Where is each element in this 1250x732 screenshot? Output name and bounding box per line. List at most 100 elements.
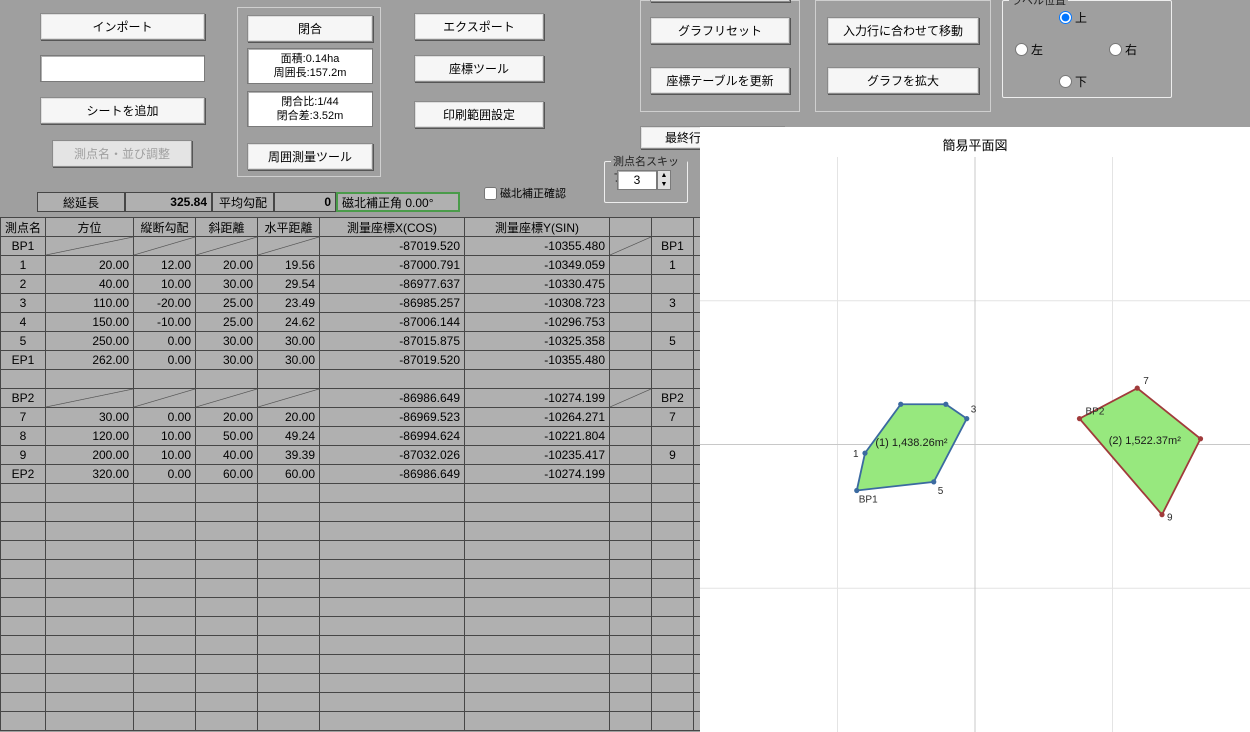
table-row[interactable] bbox=[1, 617, 708, 636]
import-button[interactable]: インポート bbox=[40, 13, 205, 40]
table-row[interactable] bbox=[1, 655, 708, 674]
table-row[interactable]: 3110.00-20.0025.0023.49-86985.257-10308.… bbox=[1, 294, 708, 313]
table-cell[interactable] bbox=[465, 617, 610, 636]
table-cell[interactable]: BP1 bbox=[652, 237, 694, 256]
table-cell[interactable] bbox=[652, 351, 694, 370]
table-cell[interactable] bbox=[134, 674, 196, 693]
table-cell[interactable]: 25.00 bbox=[196, 294, 258, 313]
table-cell[interactable] bbox=[46, 674, 134, 693]
table-cell[interactable] bbox=[652, 465, 694, 484]
table-cell[interactable] bbox=[134, 237, 196, 256]
table-cell[interactable] bbox=[610, 617, 652, 636]
table-cell[interactable] bbox=[258, 503, 320, 522]
table-cell[interactable] bbox=[134, 693, 196, 712]
table-cell[interactable] bbox=[465, 598, 610, 617]
table-cell[interactable]: 250.00 bbox=[46, 332, 134, 351]
table-cell[interactable] bbox=[134, 370, 196, 389]
table-cell[interactable] bbox=[652, 674, 694, 693]
table-row[interactable] bbox=[1, 541, 708, 560]
table-cell[interactable]: 23.49 bbox=[258, 294, 320, 313]
table-cell[interactable]: -86994.624 bbox=[320, 427, 465, 446]
table-cell[interactable] bbox=[134, 389, 196, 408]
table-cell[interactable]: 30.00 bbox=[46, 408, 134, 427]
reset-button[interactable]: Reset bbox=[650, 0, 790, 2]
table-cell[interactable]: 0.00 bbox=[134, 332, 196, 351]
table-cell[interactable] bbox=[196, 712, 258, 731]
table-cell[interactable] bbox=[610, 237, 652, 256]
table-cell[interactable] bbox=[320, 674, 465, 693]
table-cell[interactable]: 30.00 bbox=[196, 332, 258, 351]
table-cell[interactable]: -10355.480 bbox=[465, 237, 610, 256]
table-cell[interactable] bbox=[134, 484, 196, 503]
table-header[interactable] bbox=[652, 218, 694, 237]
table-cell[interactable]: 3 bbox=[652, 294, 694, 313]
survey-table[interactable]: 測点名方位縦断勾配斜距離水平距離測量座標X(COS)測量座標Y(SIN) BP1… bbox=[0, 217, 708, 731]
table-cell[interactable] bbox=[258, 617, 320, 636]
table-cell[interactable] bbox=[46, 484, 134, 503]
table-cell[interactable]: 120.00 bbox=[46, 427, 134, 446]
table-cell[interactable]: EP1 bbox=[1, 351, 46, 370]
table-cell[interactable] bbox=[46, 541, 134, 560]
table-cell[interactable] bbox=[610, 446, 652, 465]
table-cell[interactable] bbox=[258, 389, 320, 408]
table-cell[interactable]: -87019.520 bbox=[320, 351, 465, 370]
table-cell[interactable] bbox=[196, 484, 258, 503]
table-cell[interactable] bbox=[652, 598, 694, 617]
table-cell[interactable] bbox=[196, 389, 258, 408]
table-row[interactable]: 4150.00-10.0025.0024.62-87006.144-10296.… bbox=[1, 313, 708, 332]
table-cell[interactable]: 19.56 bbox=[258, 256, 320, 275]
table-cell[interactable]: 200.00 bbox=[46, 446, 134, 465]
table-cell[interactable] bbox=[1, 617, 46, 636]
table-cell[interactable] bbox=[652, 313, 694, 332]
table-cell[interactable] bbox=[1, 484, 46, 503]
table-cell[interactable]: -87019.520 bbox=[320, 237, 465, 256]
table-cell[interactable] bbox=[320, 560, 465, 579]
table-cell[interactable] bbox=[320, 712, 465, 731]
table-cell[interactable]: 0.00 bbox=[134, 351, 196, 370]
table-cell[interactable]: 20.00 bbox=[196, 408, 258, 427]
table-cell[interactable] bbox=[610, 598, 652, 617]
table-cell[interactable] bbox=[46, 693, 134, 712]
table-cell[interactable] bbox=[134, 712, 196, 731]
table-cell[interactable] bbox=[258, 693, 320, 712]
table-cell[interactable]: -86986.649 bbox=[320, 465, 465, 484]
table-cell[interactable] bbox=[610, 655, 652, 674]
table-cell[interactable] bbox=[610, 503, 652, 522]
table-cell[interactable] bbox=[1, 598, 46, 617]
table-row[interactable]: BP2-86986.649-10274.199BP2 bbox=[1, 389, 708, 408]
table-cell[interactable] bbox=[196, 693, 258, 712]
table-cell[interactable] bbox=[465, 636, 610, 655]
table-cell[interactable]: 40.00 bbox=[196, 446, 258, 465]
table-cell[interactable] bbox=[465, 674, 610, 693]
table-cell[interactable] bbox=[196, 370, 258, 389]
label-pos-up-radio[interactable]: 上 bbox=[1059, 9, 1087, 26]
table-cell[interactable] bbox=[320, 636, 465, 655]
point-sort-button[interactable]: 測点名・並び調整 bbox=[52, 140, 192, 167]
table-cell[interactable] bbox=[652, 541, 694, 560]
table-cell[interactable]: 1 bbox=[652, 256, 694, 275]
table-cell[interactable]: 39.39 bbox=[258, 446, 320, 465]
table-cell[interactable] bbox=[134, 579, 196, 598]
export-button[interactable]: エクスポート bbox=[414, 13, 544, 40]
table-cell[interactable] bbox=[196, 237, 258, 256]
table-cell[interactable] bbox=[320, 579, 465, 598]
table-cell[interactable] bbox=[134, 636, 196, 655]
table-cell[interactable]: 20.00 bbox=[46, 256, 134, 275]
table-cell[interactable]: 20.00 bbox=[258, 408, 320, 427]
table-cell[interactable] bbox=[610, 541, 652, 560]
table-cell[interactable] bbox=[610, 275, 652, 294]
table-cell[interactable]: 0.00 bbox=[134, 465, 196, 484]
table-cell[interactable]: 29.54 bbox=[258, 275, 320, 294]
table-cell[interactable] bbox=[196, 541, 258, 560]
table-cell[interactable]: -20.00 bbox=[134, 294, 196, 313]
table-cell[interactable]: 25.00 bbox=[196, 313, 258, 332]
zoom-graph-button[interactable]: グラフを拡大 bbox=[827, 67, 979, 94]
table-cell[interactable] bbox=[196, 636, 258, 655]
table-row[interactable]: 9200.0010.0040.0039.39-87032.026-10235.4… bbox=[1, 446, 708, 465]
table-cell[interactable]: EP2 bbox=[1, 465, 46, 484]
table-cell[interactable]: -10296.753 bbox=[465, 313, 610, 332]
table-row[interactable] bbox=[1, 693, 708, 712]
coord-tool-button[interactable]: 座標ツール bbox=[414, 55, 544, 82]
table-cell[interactable] bbox=[652, 275, 694, 294]
table-cell[interactable]: 3 bbox=[1, 294, 46, 313]
